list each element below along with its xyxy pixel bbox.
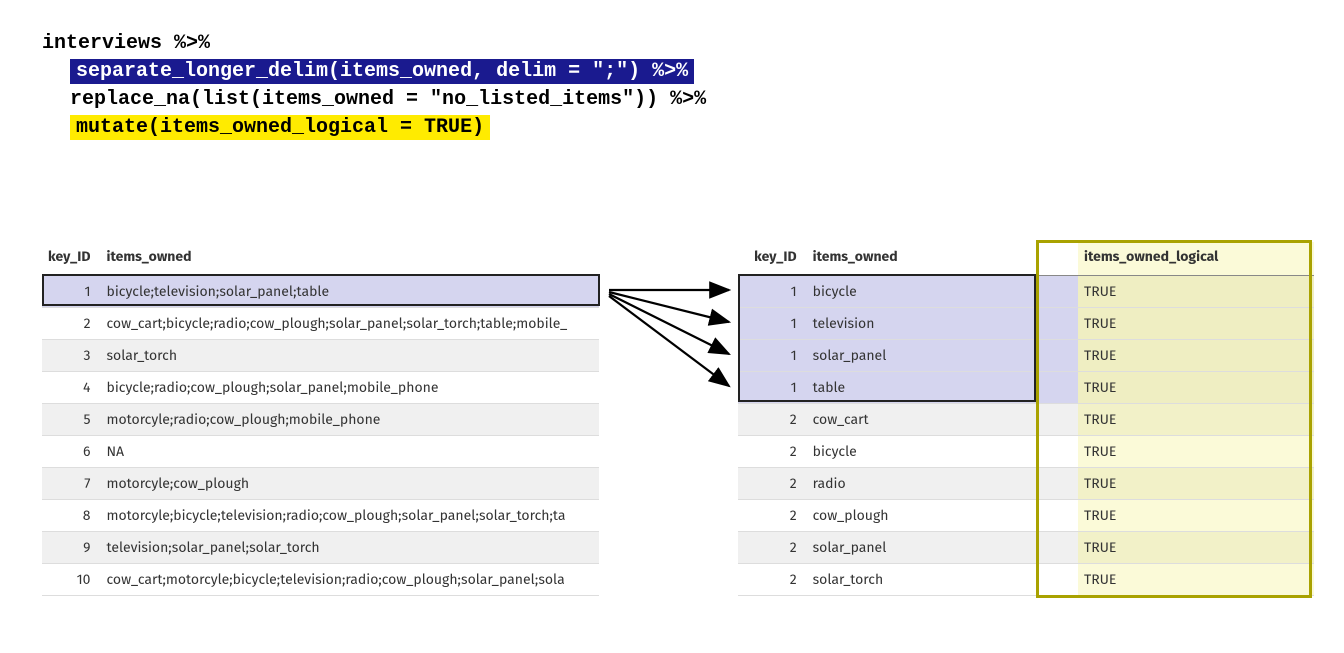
arrows-svg bbox=[599, 242, 739, 442]
table-row: 9television;solar_panel;solar_torch bbox=[42, 532, 599, 564]
right-header-logical: items_owned_logical bbox=[1078, 242, 1314, 276]
cell-items: television;solar_panel;solar_torch bbox=[101, 532, 599, 564]
cell-id: 2 bbox=[738, 436, 807, 468]
table-row: 2radioTRUE bbox=[738, 468, 1314, 500]
code-line-2: separate_longer_delim(items_owned, delim… bbox=[42, 58, 706, 86]
cell-items: solar_panel bbox=[807, 340, 1078, 372]
cell-items: motorcyle;radio;cow_plough;mobile_phone bbox=[101, 404, 599, 436]
cell-id: 7 bbox=[42, 468, 101, 500]
cell-logical: TRUE bbox=[1078, 404, 1314, 436]
code-line-3: replace_na(list(items_owned = "no_listed… bbox=[42, 86, 706, 114]
cell-items: television bbox=[807, 308, 1078, 340]
tables-container: key_ID items_owned 1bicycle;television;s… bbox=[42, 242, 1314, 596]
table-row: 1tableTRUE bbox=[738, 372, 1314, 404]
table-row: 3solar_torch bbox=[42, 340, 599, 372]
cell-logical: TRUE bbox=[1078, 532, 1314, 564]
cell-items: radio bbox=[807, 468, 1078, 500]
cell-items: cow_cart;bicycle;radio;cow_plough;solar_… bbox=[101, 308, 599, 340]
cell-items: motorcyle;cow_plough bbox=[101, 468, 599, 500]
table-row: 1solar_panelTRUE bbox=[738, 340, 1314, 372]
left-table: key_ID items_owned 1bicycle;television;s… bbox=[42, 242, 599, 596]
right-header-items: items_owned bbox=[807, 242, 1078, 276]
table-row: 2cow_ploughTRUE bbox=[738, 500, 1314, 532]
table-row: 1televisionTRUE bbox=[738, 308, 1314, 340]
table-row: 8motorcyle;bicycle;television;radio;cow_… bbox=[42, 500, 599, 532]
cell-logical: TRUE bbox=[1078, 436, 1314, 468]
table-row: 2cow_cart;bicycle;radio;cow_plough;solar… bbox=[42, 308, 599, 340]
cell-items: motorcyle;bicycle;television;radio;cow_p… bbox=[101, 500, 599, 532]
cell-id: 10 bbox=[42, 564, 101, 596]
cell-id: 2 bbox=[738, 532, 807, 564]
table-row: 2solar_panelTRUE bbox=[738, 532, 1314, 564]
cell-items: solar_torch bbox=[807, 564, 1078, 596]
table-row: 4bicycle;radio;cow_plough;solar_panel;mo… bbox=[42, 372, 599, 404]
cell-id: 1 bbox=[738, 340, 807, 372]
cell-id: 2 bbox=[738, 500, 807, 532]
cell-items: NA bbox=[101, 436, 599, 468]
table-row: 5motorcyle;radio;cow_plough;mobile_phone bbox=[42, 404, 599, 436]
cell-logical: TRUE bbox=[1078, 372, 1314, 404]
cell-id: 3 bbox=[42, 340, 101, 372]
cell-items: bicycle;television;solar_panel;table bbox=[101, 276, 599, 308]
cell-items: bicycle;radio;cow_plough;solar_panel;mob… bbox=[101, 372, 599, 404]
cell-id: 1 bbox=[738, 308, 807, 340]
left-table-container: key_ID items_owned 1bicycle;television;s… bbox=[42, 242, 599, 596]
cell-items: cow_cart bbox=[807, 404, 1078, 436]
table-row: 2cow_cartTRUE bbox=[738, 404, 1314, 436]
right-header-id: key_ID bbox=[738, 242, 807, 276]
cell-id: 6 bbox=[42, 436, 101, 468]
table-row: 2bicycleTRUE bbox=[738, 436, 1314, 468]
cell-logical: TRUE bbox=[1078, 500, 1314, 532]
code-block: interviews %>% separate_longer_delim(ite… bbox=[42, 30, 706, 142]
right-table: key_ID items_owned items_owned_logical 1… bbox=[738, 242, 1314, 596]
left-header-id: key_ID bbox=[42, 242, 101, 276]
table-row: 1bicycle;television;solar_panel;table bbox=[42, 276, 599, 308]
left-header-items: items_owned bbox=[101, 242, 599, 276]
cell-logical: TRUE bbox=[1078, 308, 1314, 340]
cell-items: cow_cart;motorcyle;bicycle;television;ra… bbox=[101, 564, 599, 596]
table-row: 2solar_torchTRUE bbox=[738, 564, 1314, 596]
cell-items: bicycle bbox=[807, 436, 1078, 468]
cell-id: 1 bbox=[738, 276, 807, 308]
cell-id: 1 bbox=[42, 276, 101, 308]
cell-id: 5 bbox=[42, 404, 101, 436]
cell-logical: TRUE bbox=[1078, 468, 1314, 500]
cell-id: 2 bbox=[42, 308, 101, 340]
cell-items: cow_plough bbox=[807, 500, 1078, 532]
table-row: 1bicycleTRUE bbox=[738, 276, 1314, 308]
cell-items: table bbox=[807, 372, 1078, 404]
cell-logical: TRUE bbox=[1078, 340, 1314, 372]
cell-id: 8 bbox=[42, 500, 101, 532]
code-line-4: mutate(items_owned_logical = TRUE) bbox=[42, 114, 706, 142]
cell-items: bicycle bbox=[807, 276, 1078, 308]
table-row: 7motorcyle;cow_plough bbox=[42, 468, 599, 500]
table-row: 6NA bbox=[42, 436, 599, 468]
cell-id: 1 bbox=[738, 372, 807, 404]
cell-id: 2 bbox=[738, 564, 807, 596]
cell-id: 2 bbox=[738, 404, 807, 436]
table-row: 10cow_cart;motorcyle;bicycle;television;… bbox=[42, 564, 599, 596]
cell-logical: TRUE bbox=[1078, 564, 1314, 596]
cell-id: 9 bbox=[42, 532, 101, 564]
cell-items: solar_torch bbox=[101, 340, 599, 372]
right-table-container: key_ID items_owned items_owned_logical 1… bbox=[738, 242, 1314, 596]
cell-items: solar_panel bbox=[807, 532, 1078, 564]
cell-logical: TRUE bbox=[1078, 276, 1314, 308]
cell-id: 4 bbox=[42, 372, 101, 404]
cell-id: 2 bbox=[738, 468, 807, 500]
code-line-1: interviews %>% bbox=[42, 30, 706, 58]
